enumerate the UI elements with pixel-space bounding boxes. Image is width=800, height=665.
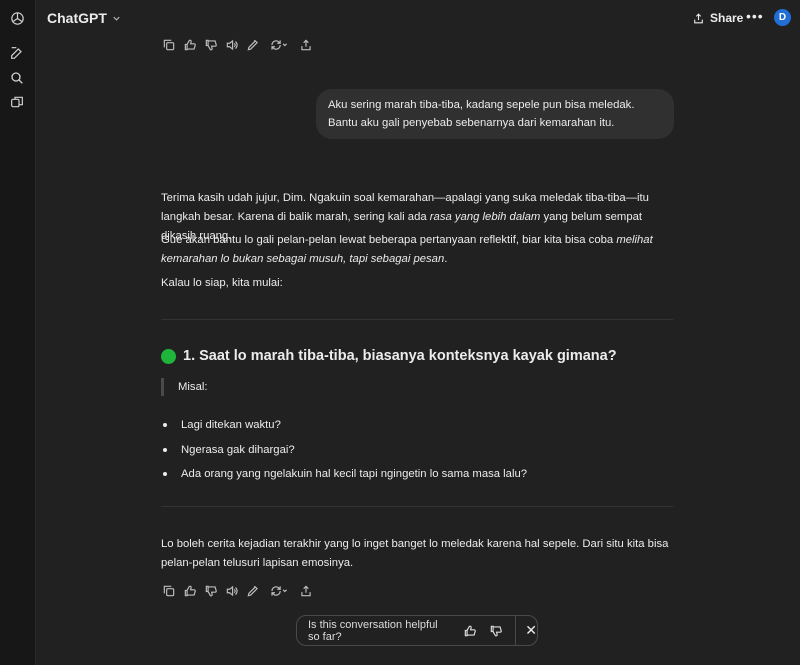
upload-icon[interactable] <box>298 583 313 598</box>
bullet-dot <box>163 472 167 477</box>
thumbs-up-icon[interactable] <box>182 583 197 598</box>
divider <box>515 615 517 646</box>
feedback-prompt: Is this conversation helpful so far? ✕ <box>296 615 538 646</box>
chevron-down-icon <box>113 16 120 21</box>
list-item-text: Ada orang yang ngelakuin hal kecil tapi … <box>181 468 528 481</box>
regenerate-icon[interactable] <box>266 583 292 598</box>
share-button[interactable]: Share <box>692 11 743 25</box>
upload-icon[interactable] <box>298 37 313 52</box>
share-icon <box>694 12 703 23</box>
model-selector[interactable]: ChatGPT <box>47 10 122 26</box>
p1-emphasis: rasa yang lebih dalam <box>429 211 541 223</box>
edit-canvas-icon[interactable] <box>245 37 260 52</box>
divider <box>161 506 673 507</box>
read-aloud-icon[interactable] <box>224 37 239 52</box>
assistant-paragraph-3: Kalau lo siap, kita mulai: <box>161 277 283 289</box>
heading-text: 1. Saat lo marah tiba-tiba, biasanya kon… <box>183 348 617 364</box>
search-icon[interactable] <box>9 70 26 87</box>
regenerate-icon[interactable] <box>266 37 292 52</box>
feedback-question: Is this conversation helpful so far? <box>308 618 438 643</box>
thumbs-down-icon[interactable] <box>203 583 218 598</box>
copy-icon[interactable] <box>161 37 176 52</box>
copy-icon[interactable] <box>161 583 176 598</box>
thumbs-down-icon[interactable] <box>203 37 218 52</box>
list-item: Ada orang yang ngelakuin hal kecil tapi … <box>163 462 527 487</box>
sidebar-rail <box>0 0 36 665</box>
share-label: Share <box>710 11 744 25</box>
close-icon[interactable]: ✕ <box>525 622 537 639</box>
blockquote: Misal: <box>161 378 208 396</box>
thumbs-up-icon[interactable] <box>463 624 477 638</box>
thumbs-down-icon[interactable] <box>489 624 503 638</box>
assistant-paragraph-2: Gue akan bantu lo gali pelan-pelan lewat… <box>161 231 673 269</box>
list-item-text: Ngerasa gak dihargai? <box>181 443 295 456</box>
edit-canvas-icon[interactable] <box>245 583 260 598</box>
list-item: Lagi ditekan waktu? <box>163 413 527 438</box>
read-aloud-icon[interactable] <box>224 583 239 598</box>
more-options-icon[interactable]: ••• <box>746 8 764 24</box>
p2-text-b: . <box>444 253 448 265</box>
library-icon[interactable] <box>9 94 26 111</box>
model-name: ChatGPT <box>47 10 107 26</box>
list-item-text: Lagi ditekan waktu? <box>181 419 281 432</box>
green-circle-icon <box>161 348 176 364</box>
openai-logo-icon[interactable] <box>9 10 26 27</box>
divider <box>161 319 673 320</box>
bullet-dot <box>163 447 167 452</box>
p2-text-a: Gue akan bantu lo gali pelan-pelan lewat… <box>161 234 617 246</box>
avatar[interactable]: D <box>774 9 791 26</box>
thumbs-up-icon[interactable] <box>182 37 197 52</box>
user-message-bubble: Aku sering marah tiba-tiba, kadang sepel… <box>316 89 674 139</box>
message-actions-top <box>161 37 313 52</box>
top-bar: ChatGPT Share ••• D <box>36 0 800 36</box>
bullet-list: Lagi ditekan waktu? Ngerasa gak dihargai… <box>163 413 527 487</box>
bullet-dot <box>163 423 167 428</box>
question-heading: 1. Saat lo marah tiba-tiba, biasanya kon… <box>161 348 617 364</box>
assistant-closing-paragraph: Lo boleh cerita kejadian terakhir yang l… <box>161 538 669 569</box>
list-item: Ngerasa gak dihargai? <box>163 438 527 463</box>
message-actions-bottom <box>161 583 313 598</box>
new-chat-icon[interactable] <box>9 45 26 62</box>
